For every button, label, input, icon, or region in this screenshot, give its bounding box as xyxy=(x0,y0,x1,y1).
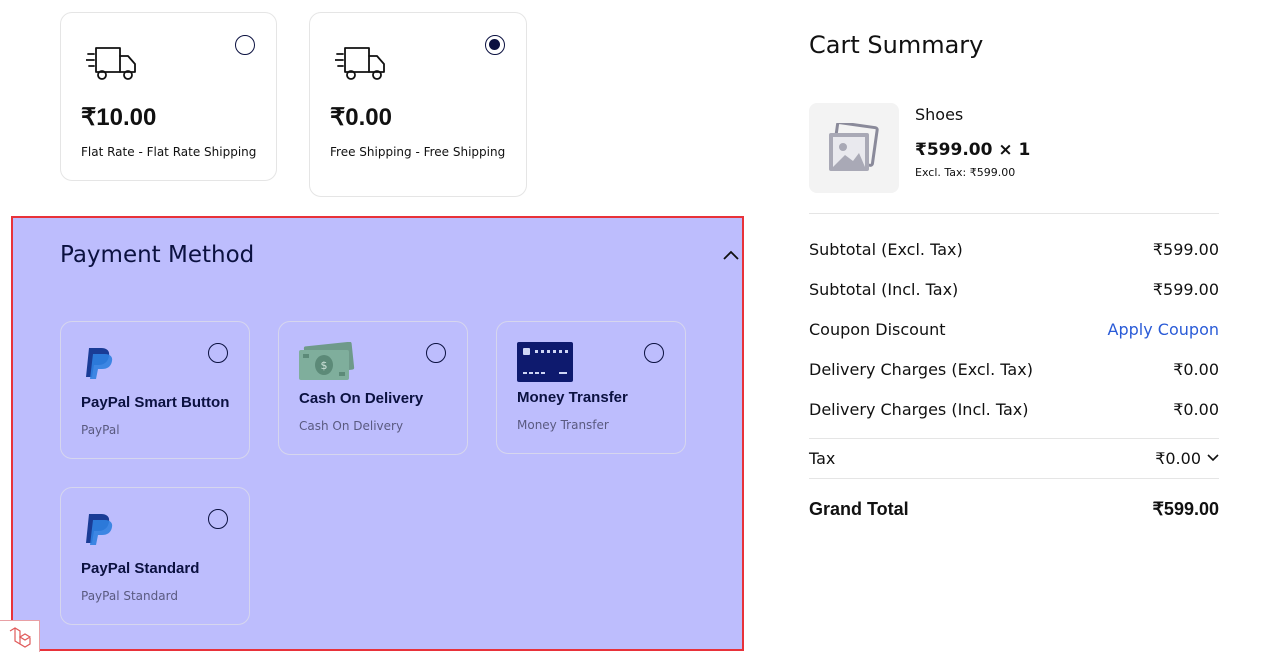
shipping-option-flat-rate[interactable]: ₹10.00 Flat Rate - Flat Rate Shipping xyxy=(60,12,277,181)
payment-method-section: Payment Method PayPal Smart Button PayPa… xyxy=(11,216,744,651)
grand-total-value: ₹599.00 xyxy=(1152,498,1219,519)
payment-name: Cash On Delivery xyxy=(299,390,424,407)
delivery-excl-row: Delivery Charges (Excl. Tax) ₹0.00 xyxy=(809,357,1219,381)
subtotal-excl-row: Subtotal (Excl. Tax) ₹599.00 xyxy=(809,237,1219,261)
delivery-incl-row: Delivery Charges (Incl. Tax) ₹0.00 xyxy=(809,397,1219,421)
row-label: Subtotal (Incl. Tax) xyxy=(809,279,959,299)
product-excl-tax: Excl. Tax: ₹599.00 xyxy=(915,166,1016,179)
grand-total-label: Grand Total xyxy=(809,498,909,519)
row-label: Delivery Charges (Incl. Tax) xyxy=(809,399,1029,419)
row-value: ₹599.00 xyxy=(1152,239,1219,259)
divider xyxy=(809,478,1219,479)
payment-subtitle: Money Transfer xyxy=(517,418,609,432)
tax-toggle[interactable]: ₹0.00 xyxy=(1155,449,1219,468)
payment-radio[interactable] xyxy=(208,343,228,363)
row-value: ₹0.00 xyxy=(1173,399,1219,419)
shipping-option-free[interactable]: ₹0.00 Free Shipping - Free Shipping xyxy=(309,12,527,197)
product-price-qty: ₹599.00 × 1 xyxy=(915,140,1031,160)
row-label: Subtotal (Excl. Tax) xyxy=(809,239,963,259)
payment-name: Money Transfer xyxy=(517,389,628,406)
apply-coupon-link[interactable]: Apply Coupon xyxy=(1108,320,1219,339)
svg-text:$: $ xyxy=(321,359,328,372)
payment-radio[interactable] xyxy=(644,343,664,363)
shipping-price: ₹10.00 xyxy=(81,104,157,131)
paypal-icon xyxy=(86,348,113,379)
product-thumbnail xyxy=(809,103,899,193)
row-label: Delivery Charges (Excl. Tax) xyxy=(809,359,1033,379)
payment-name: PayPal Smart Button xyxy=(81,394,230,411)
row-label: Coupon Discount xyxy=(809,319,946,339)
cash-icon: $ xyxy=(299,342,355,380)
payment-subtitle: PayPal xyxy=(81,423,120,437)
payment-name: PayPal Standard xyxy=(81,560,200,577)
shipping-price: ₹0.00 xyxy=(330,104,392,131)
tax-row[interactable]: Tax ₹0.00 xyxy=(809,446,1219,470)
payment-option-paypal-smart[interactable]: PayPal Smart Button PayPal xyxy=(60,321,250,459)
payment-subtitle: PayPal Standard xyxy=(81,589,178,603)
divider xyxy=(809,438,1219,439)
paypal-icon xyxy=(86,514,113,545)
truck-icon xyxy=(335,47,385,80)
image-placeholder-icon xyxy=(829,123,879,171)
row-value: ₹599.00 xyxy=(1152,279,1219,299)
product-name: Shoes xyxy=(915,105,964,124)
chevron-down-icon xyxy=(1207,454,1219,462)
coupon-row: Coupon Discount Apply Coupon xyxy=(809,317,1219,341)
shipping-radio[interactable] xyxy=(235,35,255,55)
framework-logo-icon xyxy=(0,620,40,652)
payment-radio[interactable] xyxy=(208,509,228,529)
shipping-label: Flat Rate - Flat Rate Shipping xyxy=(81,145,257,159)
card-icon xyxy=(517,342,573,382)
payment-method-title: Payment Method xyxy=(60,242,255,268)
chevron-up-icon[interactable] xyxy=(722,248,740,262)
shipping-radio-selected[interactable] xyxy=(485,35,505,55)
truck-icon xyxy=(86,47,136,80)
row-label: Tax xyxy=(809,448,836,468)
payment-option-cod[interactable]: $ Cash On Delivery Cash On Delivery xyxy=(278,321,468,455)
payment-radio[interactable] xyxy=(426,343,446,363)
payment-option-paypal-standard[interactable]: PayPal Standard PayPal Standard xyxy=(60,487,250,625)
payment-subtitle: Cash On Delivery xyxy=(299,419,404,433)
row-value: ₹0.00 xyxy=(1155,448,1201,468)
row-value: ₹0.00 xyxy=(1173,359,1219,379)
cart-summary-title: Cart Summary xyxy=(809,31,984,59)
subtotal-incl-row: Subtotal (Incl. Tax) ₹599.00 xyxy=(809,277,1219,301)
shipping-label: Free Shipping - Free Shipping xyxy=(330,145,506,159)
divider xyxy=(809,213,1219,214)
grand-total-row: Grand Total ₹599.00 xyxy=(809,497,1219,521)
payment-option-money-transfer[interactable]: Money Transfer Money Transfer xyxy=(496,321,686,454)
